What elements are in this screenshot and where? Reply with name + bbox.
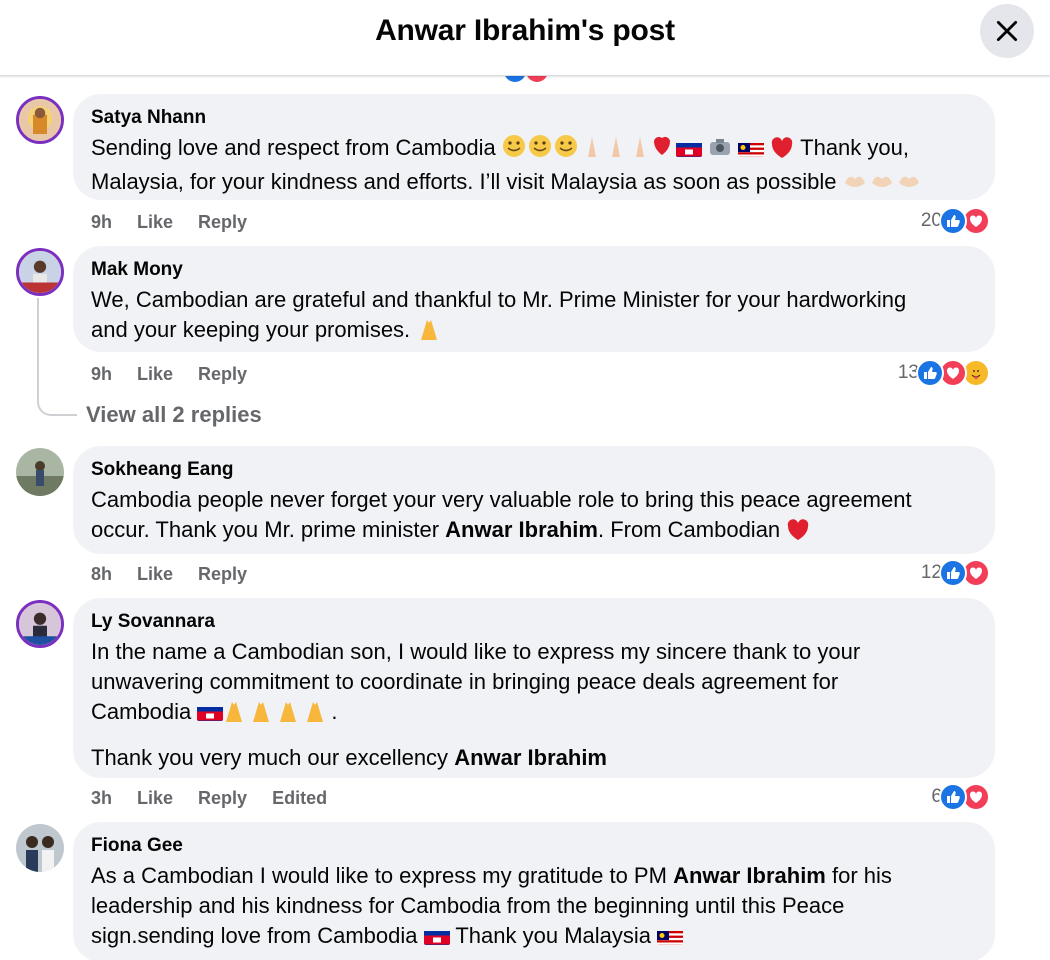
avatar[interactable]: [16, 448, 64, 496]
comment-time[interactable]: 9h: [91, 212, 112, 233]
view-replies-link[interactable]: View all 2 replies: [86, 402, 262, 428]
reply-button[interactable]: Reply: [198, 364, 247, 385]
like-button[interactable]: Like: [137, 788, 173, 809]
close-button[interactable]: [980, 4, 1034, 58]
reaction-summary[interactable]: 20: [921, 206, 990, 236]
avatar[interactable]: [16, 824, 64, 872]
avatar[interactable]: [16, 96, 64, 144]
like-reaction-icon: [939, 559, 967, 587]
comment-actions: 9h Like Reply: [91, 210, 247, 234]
cambodia-flag-icon: [197, 703, 224, 721]
comment-actions: 3h Like Reply Edited: [91, 786, 327, 810]
emoji-group: [502, 133, 670, 167]
comment-text: In the name a Cambodian son, I would lik…: [91, 639, 861, 770]
edited-label[interactable]: Edited: [272, 788, 327, 809]
dialog-header: Anwar Ibrahim's post: [0, 0, 1050, 76]
comment-bubble: Ly Sovannara In the name a Cambodian son…: [73, 598, 995, 778]
mentioned-name[interactable]: Anwar Ibrahim: [445, 517, 598, 542]
folded-hands-emoji-icon: [416, 317, 442, 349]
mentioned-name[interactable]: Anwar Ibrahim: [454, 745, 607, 770]
comment-bubble: Satya Nhann Sending love and respect fro…: [73, 94, 995, 200]
comment-text: Sending love and respect from Cambodia T…: [91, 133, 977, 201]
comment-time[interactable]: 8h: [91, 564, 112, 585]
like-reaction-icon: [939, 783, 967, 811]
reply-button[interactable]: Reply: [198, 564, 247, 585]
reaction-summary[interactable]: 12: [921, 558, 990, 588]
like-reaction-icon: [939, 207, 967, 235]
comment-text: Cambodia people never forget your very v…: [91, 485, 977, 549]
malaysia-flag-icon: [738, 139, 765, 157]
comment-text: We, Cambodian are grateful and thankful …: [91, 285, 977, 349]
folded-hands-emoji-icon: [223, 699, 331, 731]
heart-emoji-icon: [786, 519, 810, 549]
comment-bubble: Fiona Gee As a Cambodian I would like to…: [73, 822, 995, 960]
reply-button[interactable]: Reply: [198, 788, 247, 809]
reaction-summary[interactable]: 13: [898, 358, 990, 388]
reaction-summary[interactable]: 6: [931, 782, 990, 812]
like-button[interactable]: Like: [137, 364, 173, 385]
cambodia-flag-icon: [423, 927, 450, 945]
mentioned-name[interactable]: Anwar Ibrahim: [673, 863, 826, 888]
comment-time[interactable]: 3h: [91, 788, 112, 809]
like-reaction-icon: [916, 359, 944, 387]
camera-emoji-icon: [708, 135, 732, 167]
comment-author[interactable]: Satya Nhann: [91, 106, 977, 130]
comment-bubble: Mak Mony We, Cambodian are grateful and …: [73, 246, 995, 352]
comment-actions: 8h Like Reply: [91, 562, 247, 586]
thread-connector: [37, 398, 77, 416]
cambodia-flag-icon: [676, 139, 703, 157]
comment-author[interactable]: Fiona Gee: [91, 834, 977, 858]
comment-author[interactable]: Mak Mony: [91, 258, 977, 282]
comment-text: As a Cambodian I would like to express m…: [91, 863, 892, 948]
heart-hands-emoji-icon: [843, 171, 923, 201]
thread-line: [37, 298, 39, 398]
page-title: Anwar Ibrahim's post: [375, 14, 675, 47]
comment-actions: 9h Like Reply: [91, 362, 247, 386]
avatar[interactable]: [16, 600, 64, 648]
reply-button[interactable]: Reply: [198, 212, 247, 233]
comment-author[interactable]: Ly Sovannara: [91, 610, 977, 634]
close-icon: [996, 20, 1018, 42]
comment-time[interactable]: 9h: [91, 364, 112, 385]
heart-emoji-icon: [770, 137, 794, 167]
like-button[interactable]: Like: [137, 212, 173, 233]
avatar[interactable]: [16, 248, 64, 296]
malaysia-flag-icon: [657, 927, 684, 945]
comment-bubble: Sokheang Eang Cambodia people never forg…: [73, 446, 995, 554]
comment-author[interactable]: Sokheang Eang: [91, 458, 977, 482]
like-button[interactable]: Like: [137, 564, 173, 585]
